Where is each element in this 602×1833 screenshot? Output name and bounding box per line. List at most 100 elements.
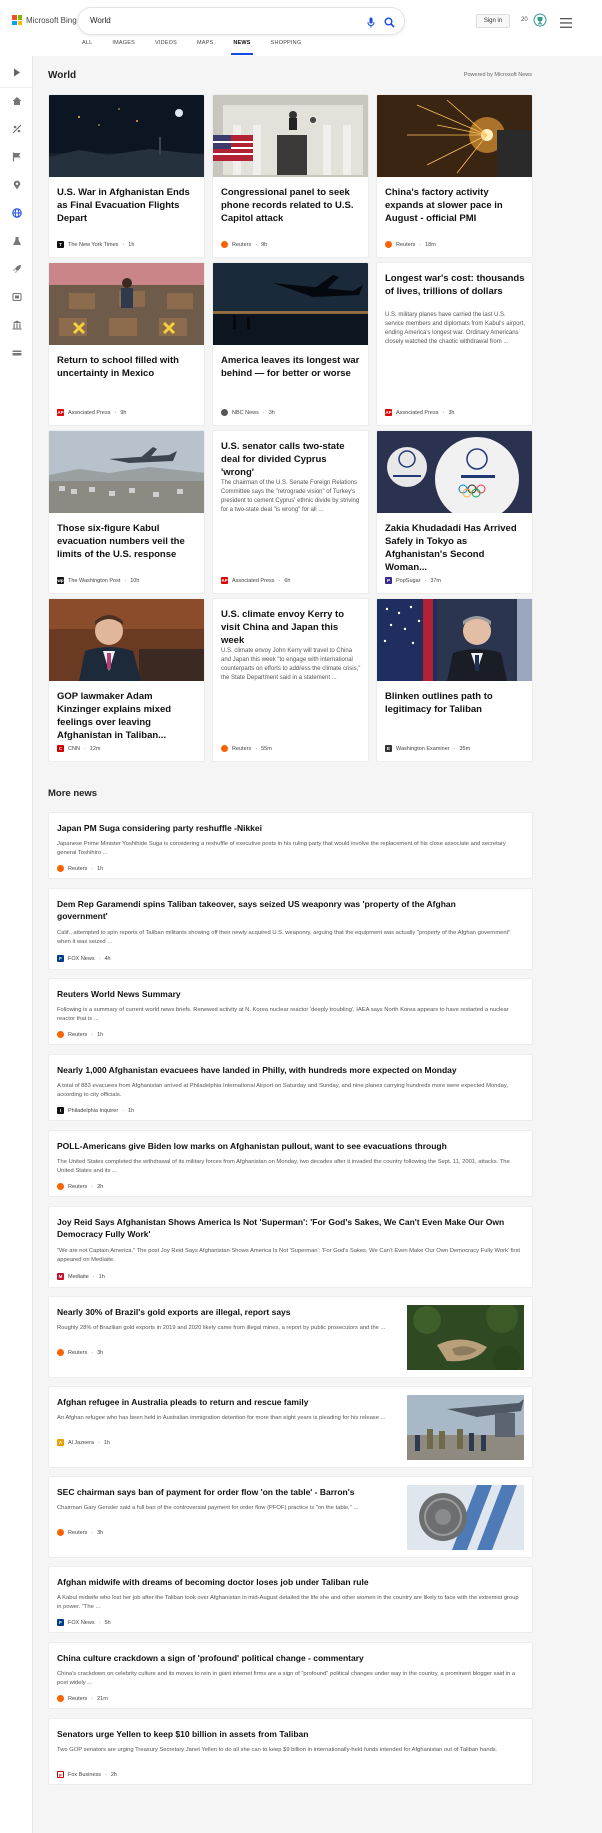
item-title[interactable]: Senators urge Yellen to keep $10 billion… [57,1728,522,1740]
news-card[interactable]: America leaves its longest war behind — … [212,262,369,426]
news-card[interactable]: U.S. senator calls two-state deal for di… [212,430,369,594]
news-card[interactable]: GOP lawmaker Adam Kinzinger explains mix… [48,598,205,762]
bing-logo[interactable]: Microsoft Bing [12,15,77,25]
card-title[interactable]: Those six-figure Kabul evacuation number… [57,522,198,561]
item-title[interactable]: SEC chairman says ban of payment for ord… [57,1486,397,1498]
card-source: C CNN · 12m [57,745,100,752]
card-title[interactable]: GOP lawmaker Adam Kinzinger explains mix… [57,690,198,742]
entertainment-icon[interactable] [10,290,23,303]
reuters-logo-icon [57,1031,64,1038]
news-card[interactable]: Blinken outlines path to legitimacy for … [376,598,533,762]
flag-icon[interactable] [10,150,23,163]
home-icon[interactable] [10,94,23,107]
brand-name: Microsoft Bing [26,15,77,25]
list-item[interactable]: Senators urge Yellen to keep $10 billion… [48,1718,533,1785]
globe-icon[interactable] [10,206,23,219]
list-item[interactable]: POLL-Americans give Biden low marks on A… [48,1130,533,1197]
time-ago: 9h [120,409,127,416]
wapo-logo-icon: wp [57,577,64,584]
time-ago: 4h [104,955,111,962]
item-source: Reuters · 2h [57,1183,103,1190]
news-image-kinzinger[interactable] [49,599,204,681]
list-item[interactable]: Joy Reid Says Afghanistan Shows America … [48,1206,533,1288]
card-title[interactable]: Longest war's cost: thousands of lives, … [385,272,526,298]
sports-icon[interactable] [10,122,23,135]
news-image-capitol[interactable] [213,95,368,177]
rewards-points[interactable]: 20 [521,17,528,23]
item-title[interactable]: Afghan midwife with dreams of becoming d… [57,1576,522,1588]
list-item[interactable]: SEC chairman says ban of payment for ord… [48,1476,533,1558]
time-ago: 3h [97,1529,104,1536]
card-title[interactable]: America leaves its longest war behind — … [221,354,362,380]
search-icon[interactable] [384,15,395,33]
reuters-logo-icon [57,1695,64,1702]
news-card[interactable]: Longest war's cost: thousands of lives, … [376,262,533,426]
list-item[interactable]: Afghan midwife with dreams of becoming d… [48,1566,533,1633]
expand-icon[interactable] [10,66,23,79]
list-item[interactable]: Afghan refugee in Australia pleads to re… [48,1386,533,1468]
tab-maps[interactable]: MAPS [197,40,213,56]
tab-videos[interactable]: VIDEOS [155,40,177,56]
card-title[interactable]: Congressional panel to seek phone record… [221,186,362,225]
rewards-trophy-icon[interactable] [533,13,547,32]
tab-news[interactable]: NEWS [231,40,254,56]
science-icon[interactable] [10,234,23,247]
card-title[interactable]: Zakia Khudadadi Has Arrived Safely in To… [385,522,526,574]
news-image-kabul-airport[interactable] [49,431,204,513]
microphone-icon[interactable] [366,15,376,33]
list-item[interactable]: Japan PM Suga considering party reshuffl… [48,812,533,879]
sign-in-button[interactable]: Sign in [476,14,510,28]
rocket-icon[interactable] [10,262,23,275]
list-item[interactable]: Nearly 1,000 Afghanistan evacuees have l… [48,1054,533,1121]
item-title[interactable]: Nearly 30% of Brazil's gold exports are … [57,1306,397,1318]
item-source: Reuters · 3h [57,1349,103,1356]
category-rail [0,56,33,1833]
tab-shopping[interactable]: SHOPPING [271,40,302,56]
list-item[interactable]: China culture crackdown a sign of 'profo… [48,1642,533,1709]
item-thumbnail-gold-mine[interactable] [407,1305,524,1370]
card-title[interactable]: U.S. climate envoy Kerry to visit China … [221,608,362,647]
card-title[interactable]: Blinken outlines path to legitimacy for … [385,690,526,716]
item-thumbnail-evacuation-plane[interactable] [407,1395,524,1460]
list-item[interactable]: Reuters World News Summary Following is … [48,978,533,1045]
search-box[interactable]: World [78,8,404,34]
item-title[interactable]: China culture crackdown a sign of 'profo… [57,1652,522,1664]
news-image-military-plane[interactable] [213,263,368,345]
news-card[interactable]: U.S. War in Afghanistan Ends as Final Ev… [48,94,205,258]
news-card[interactable]: Congressional panel to seek phone record… [212,94,369,258]
item-title[interactable]: Reuters World News Summary [57,988,522,1000]
item-title[interactable]: Joy Reid Says Afghanistan Shows America … [57,1216,527,1240]
tab-images[interactable]: IMAGES [112,40,135,56]
news-image-night-sky[interactable] [49,95,204,177]
search-tabs: ALL IMAGES VIDEOS MAPS NEWS SHOPPING [82,40,321,56]
news-image-classroom[interactable] [49,263,204,345]
item-title[interactable]: Nearly 1,000 Afghanistan evacuees have l… [57,1064,522,1076]
list-item[interactable]: Nearly 30% of Brazil's gold exports are … [48,1296,533,1378]
news-image-tokyo-2020[interactable] [377,431,532,513]
news-card[interactable]: China's factory activity expands at slow… [376,94,533,258]
money-icon[interactable] [10,346,23,359]
bank-icon[interactable] [10,318,23,331]
card-title[interactable]: U.S. War in Afghanistan Ends as Final Ev… [57,186,198,225]
powered-by-label[interactable]: Powered by Microsoft News [464,72,532,78]
news-card[interactable]: Return to school filled with uncertainty… [48,262,205,426]
menu-icon[interactable] [560,15,572,33]
list-item[interactable]: Dem Rep Garamendi spins Taliban takeover… [48,888,533,970]
card-title[interactable]: U.S. senator calls two-state deal for di… [221,440,362,479]
card-title[interactable]: China's factory activity expands at slow… [385,186,526,225]
item-thumbnail-sec-seal[interactable] [407,1485,524,1550]
search-input[interactable]: World [90,16,111,25]
item-title[interactable]: POLL-Americans give Biden low marks on A… [57,1140,522,1152]
news-card[interactable]: Those six-figure Kabul evacuation number… [48,430,205,594]
item-title[interactable]: Afghan refugee in Australia pleads to re… [57,1396,397,1408]
item-title[interactable]: Dem Rep Garamendi spins Taliban takeover… [57,898,507,922]
ap-logo-icon: AP [57,409,64,416]
news-image-blinken[interactable] [377,599,532,681]
card-title[interactable]: Return to school filled with uncertainty… [57,354,198,380]
location-icon[interactable] [10,178,23,191]
news-card[interactable]: U.S. climate envoy Kerry to visit China … [212,598,369,762]
tab-all[interactable]: ALL [82,40,92,56]
news-card[interactable]: Zakia Khudadadi Has Arrived Safely in To… [376,430,533,594]
news-image-welding-sparks[interactable] [377,95,532,177]
item-title[interactable]: Japan PM Suga considering party reshuffl… [57,822,522,834]
